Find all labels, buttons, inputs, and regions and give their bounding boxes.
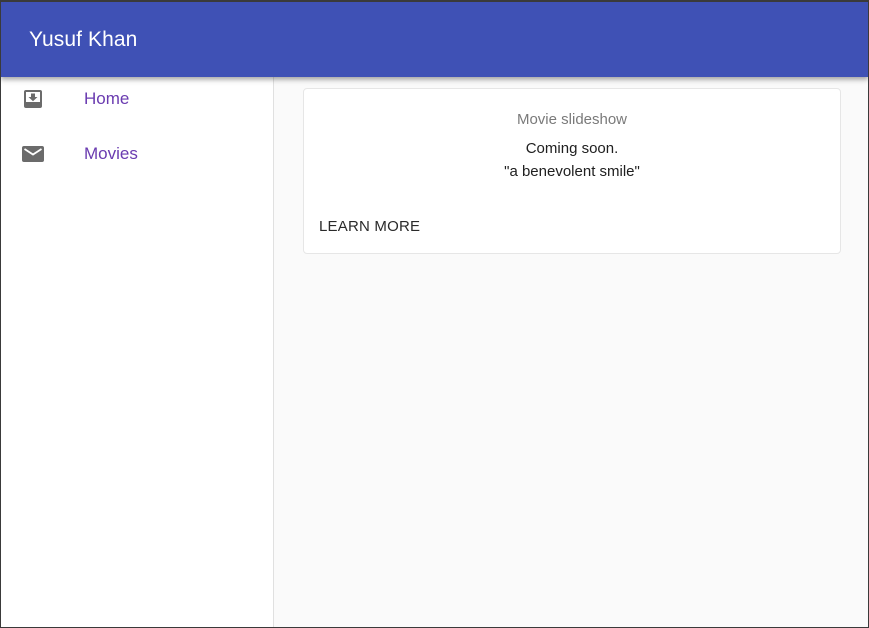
card-quote-text: "a benevolent smile"	[504, 163, 640, 180]
learn-more-button[interactable]: LEARN MORE	[319, 218, 420, 235]
mail-icon	[22, 143, 44, 165]
sidebar-item-label: Movies	[84, 144, 138, 163]
sidebar-item-label: Home	[84, 89, 130, 108]
card-title: Movie slideshow	[516, 111, 628, 128]
card-status-text: Coming soon.	[525, 140, 619, 157]
sidebar-item-movies[interactable]: Movies	[1, 131, 273, 179]
move-to-inbox-icon	[22, 88, 44, 110]
app-title: Yusuf Khan	[29, 28, 138, 51]
sidebar-item-home[interactable]: Home	[1, 76, 273, 124]
movie-slideshow-card: Movie slideshow Coming soon. "a benevole…	[303, 88, 841, 254]
sidebar-drawer: Home Movies	[1, 76, 274, 627]
app-bar: Yusuf Khan	[1, 2, 868, 77]
app-window: Yusuf Khan Home Movies Movie slideshow C…	[0, 0, 869, 628]
